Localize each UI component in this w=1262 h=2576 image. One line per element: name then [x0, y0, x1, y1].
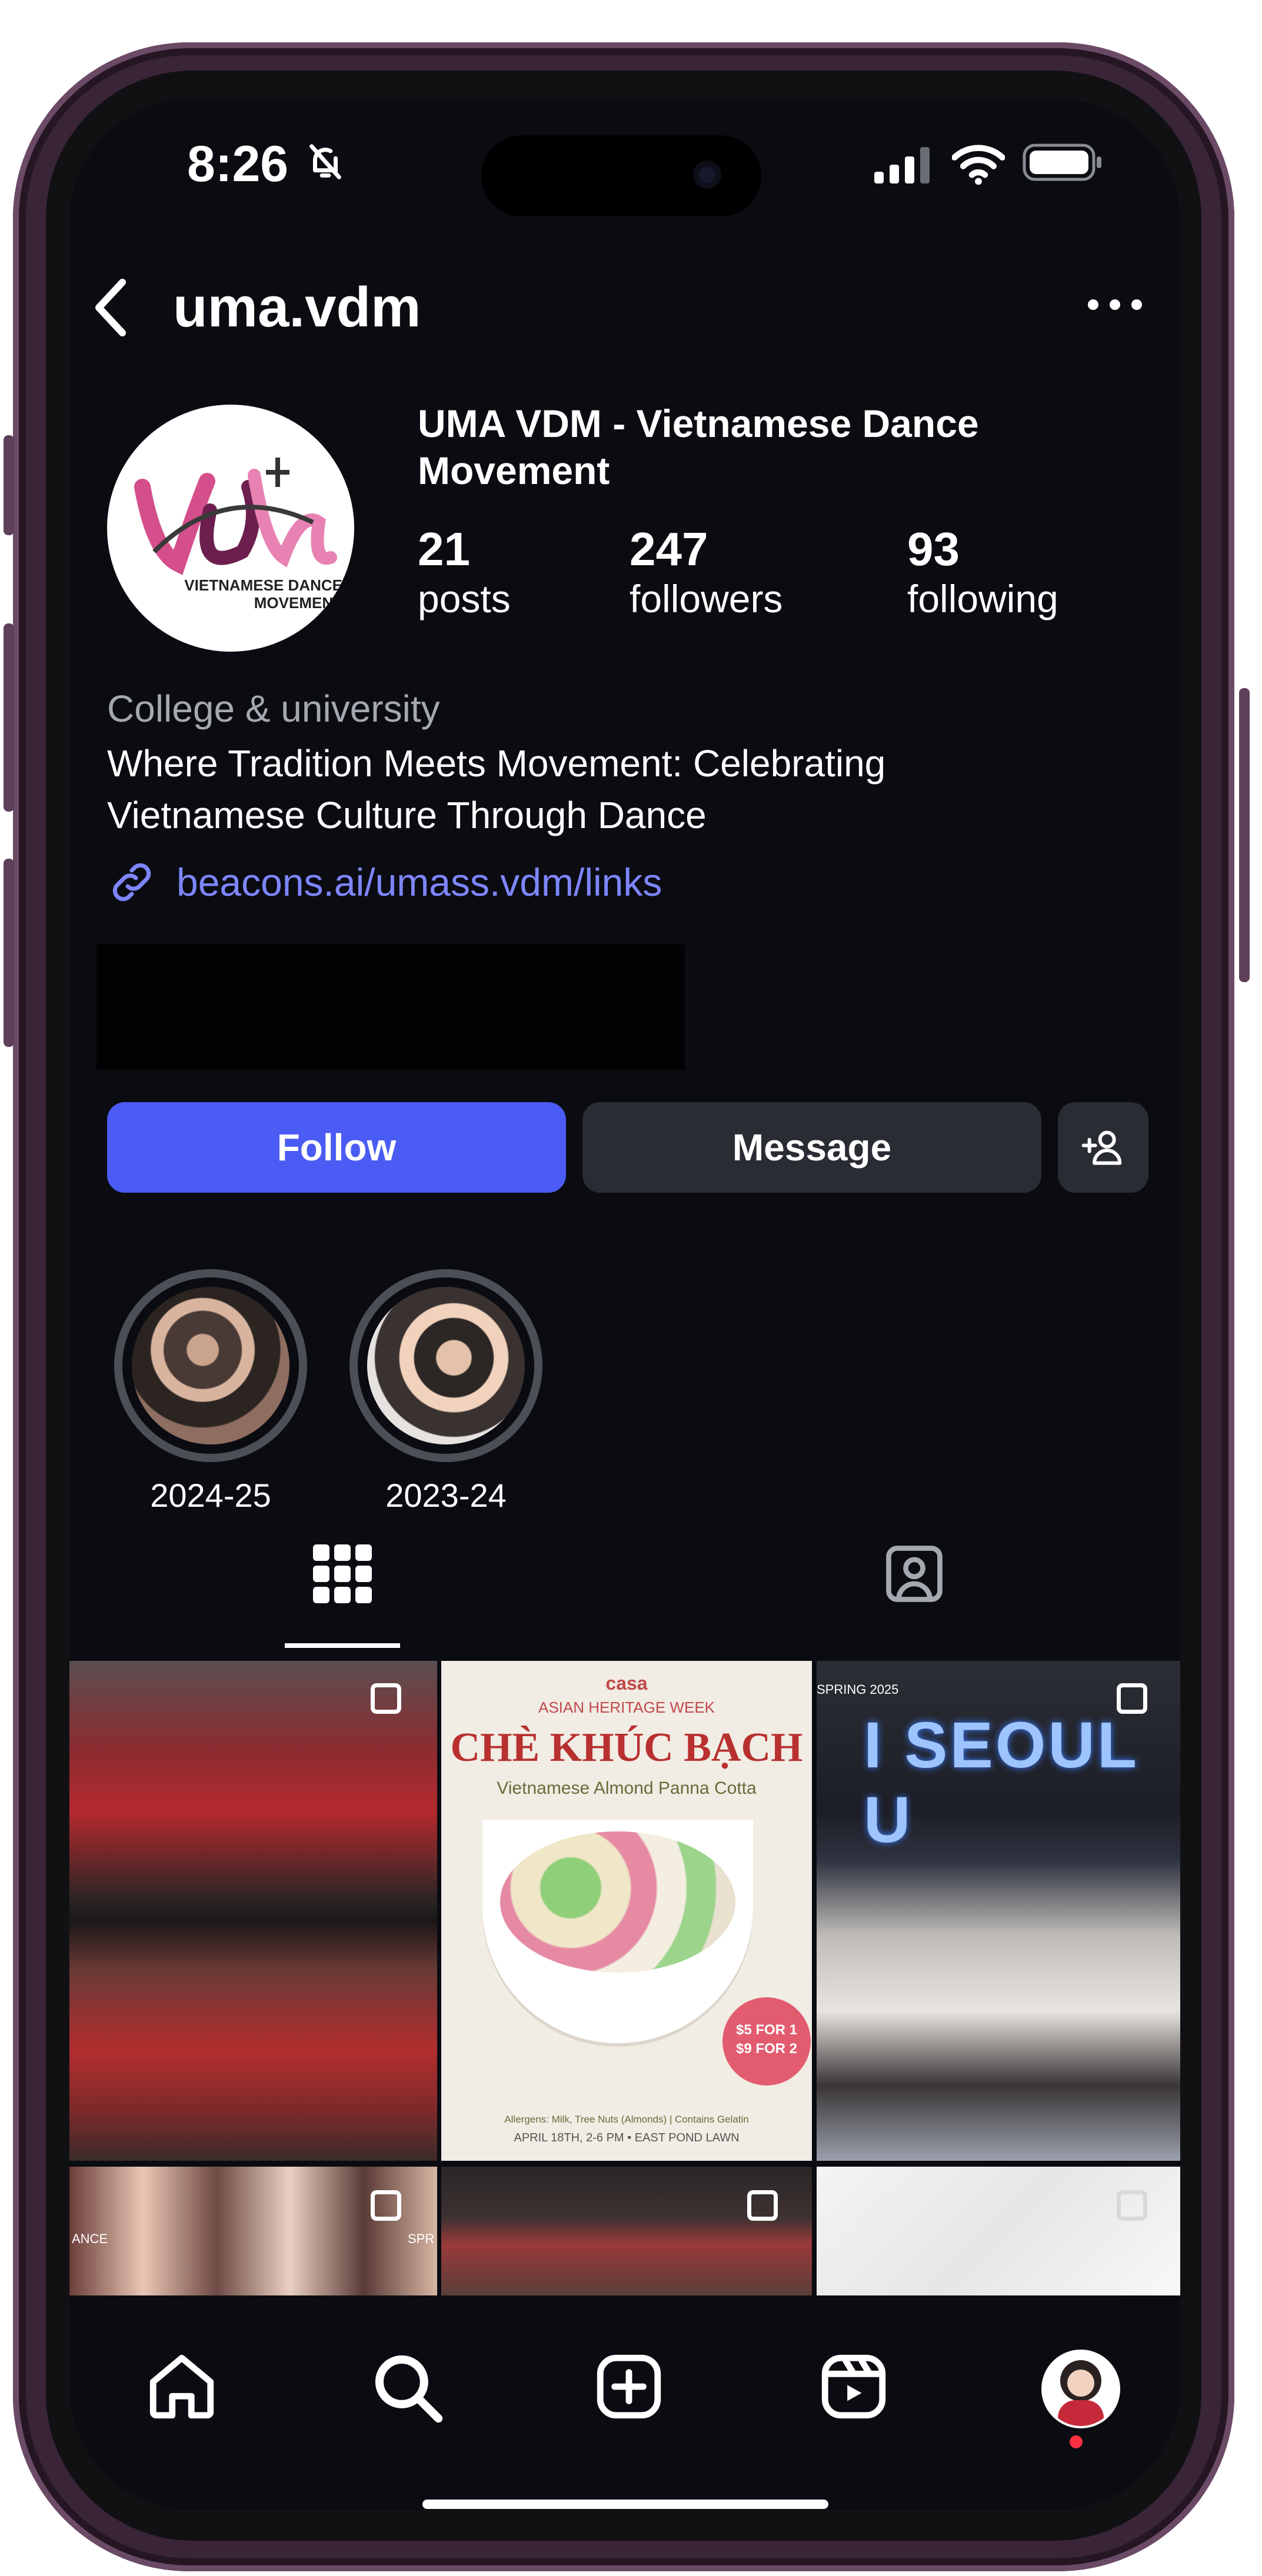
highlight-cover	[122, 1277, 299, 1454]
carousel-icon	[1117, 2190, 1147, 2221]
followers-label: followers	[630, 577, 783, 620]
price-badge: $5 FOR 1 $9 FOR 2	[722, 1997, 811, 2086]
carousel-icon	[1117, 1683, 1147, 1714]
tagged-tab-icon[interactable]	[880, 1540, 948, 1608]
active-tab-indicator	[285, 1643, 400, 1648]
search-icon[interactable]	[368, 2348, 445, 2425]
stat-followers[interactable]: 247 followers	[630, 522, 782, 621]
post4-left-text: ANCE	[72, 2231, 108, 2246]
cellular-signal-icon	[874, 147, 930, 183]
post-tile-5[interactable]	[441, 2167, 812, 2296]
posts-count: 21	[418, 523, 470, 575]
profile-link[interactable]: beacons.ai/umass.vdm/links	[107, 857, 662, 907]
follow-button[interactable]: Follow	[107, 1102, 566, 1193]
profile-bio: Where Tradition Meets Movement: Celebrat…	[107, 738, 1107, 841]
app-screen: 8:26 uma.vdm VIETNAMESE DANCE MOVEMENT U…	[69, 99, 1180, 2510]
following-label: following	[907, 577, 1058, 620]
followers-count: 247	[630, 523, 708, 575]
profile-username: uma.vdm	[173, 276, 421, 339]
front-camera	[693, 161, 721, 189]
price-line-2: $9 FOR 2	[735, 2041, 798, 2057]
post4-right-text: SPR	[408, 2231, 435, 2246]
bottom-navigation	[69, 2295, 1180, 2510]
following-count: 93	[907, 523, 960, 575]
post-tile-1[interactable]	[69, 1661, 437, 2161]
stat-following[interactable]: 93 following	[907, 522, 1058, 621]
link-icon	[112, 863, 151, 902]
battery-icon	[1023, 144, 1101, 181]
posts-label: posts	[418, 577, 511, 620]
more-options-icon[interactable]	[1083, 293, 1147, 316]
wifi-icon	[952, 145, 1005, 185]
action-button	[4, 435, 14, 535]
stat-posts[interactable]: 21 posts	[418, 522, 511, 621]
post2-tag: ASIAN HERITAGE WEEK	[538, 1699, 715, 1716]
suggested-users-button[interactable]	[1058, 1102, 1148, 1193]
link-text[interactable]: beacons.ai/umass.vdm/links	[177, 860, 662, 905]
post2-subtitle: Vietnamese Almond Panna Cotta	[497, 1778, 757, 1798]
profile-category: College & university	[107, 688, 440, 730]
carousel-icon	[747, 2190, 778, 2221]
post2-title: CHÈ KHÚC BẠCH	[450, 1725, 803, 1770]
add-person-icon	[1081, 1130, 1122, 1165]
profile-avatar[interactable]: VIETNAMESE DANCE MOVEMENT	[107, 405, 354, 652]
redacted-block	[96, 945, 685, 1069]
post-tile-6[interactable]	[817, 2167, 1180, 2296]
bio-line-2: Vietnamese Culture Through Dance	[107, 794, 707, 836]
volume-down-button	[4, 859, 14, 1047]
highlight-label: 2024-25	[150, 1477, 271, 1514]
post-tile-3[interactable]: SPRING 2025 I SEOUL U	[817, 1661, 1180, 2161]
vdm-logo-icon	[134, 458, 337, 575]
status-time: 8:26	[187, 136, 289, 192]
price-line-1: $5 FOR 1	[735, 2022, 798, 2038]
dessert-bowl	[482, 1820, 753, 2043]
profile-display-name: UMA VDM - Vietnamese Dance Movement	[418, 402, 979, 492]
home-icon[interactable]	[144, 2348, 220, 2425]
highlight-cover	[358, 1277, 534, 1454]
home-indicator	[422, 2500, 828, 2509]
grid-tab-icon[interactable]	[312, 1543, 373, 1604]
post2-allergens: Allergens: Milk, Tree Nuts (Almonds) | C…	[504, 2114, 749, 2125]
silent-bell-icon	[309, 144, 341, 179]
volume-up-button	[4, 623, 14, 812]
carousel-icon	[371, 1683, 401, 1714]
notification-dot	[1070, 2435, 1083, 2448]
avatar-logo-text: VIETNAMESE DANCE MOVEMENT	[184, 576, 342, 612]
post2-when: APRIL 18TH, 2-6 PM • EAST POND LAWN	[514, 2131, 740, 2144]
message-button[interactable]: Message	[582, 1102, 1041, 1193]
back-chevron-icon[interactable]	[86, 275, 139, 340]
post-tile-4[interactable]: ANCE SPR	[69, 2167, 437, 2296]
create-post-icon[interactable]	[591, 2348, 667, 2425]
post2-brand: casa	[605, 1673, 648, 1694]
power-button	[1239, 688, 1250, 982]
bio-line-1: Where Tradition Meets Movement: Celebrat…	[107, 742, 886, 785]
post3-label: SPRING 2025	[817, 1682, 899, 1697]
highlight-label: 2023-24	[385, 1477, 507, 1514]
post3-sign: I SEOUL U	[864, 1709, 1138, 1856]
reels-icon[interactable]	[815, 2348, 892, 2425]
carousel-icon	[371, 2190, 401, 2221]
post-tile-2[interactable]: casa ASIAN HERITAGE WEEK CHÈ KHÚC BẠCH V…	[441, 1661, 812, 2161]
profile-tab-avatar[interactable]	[1041, 2350, 1120, 2428]
